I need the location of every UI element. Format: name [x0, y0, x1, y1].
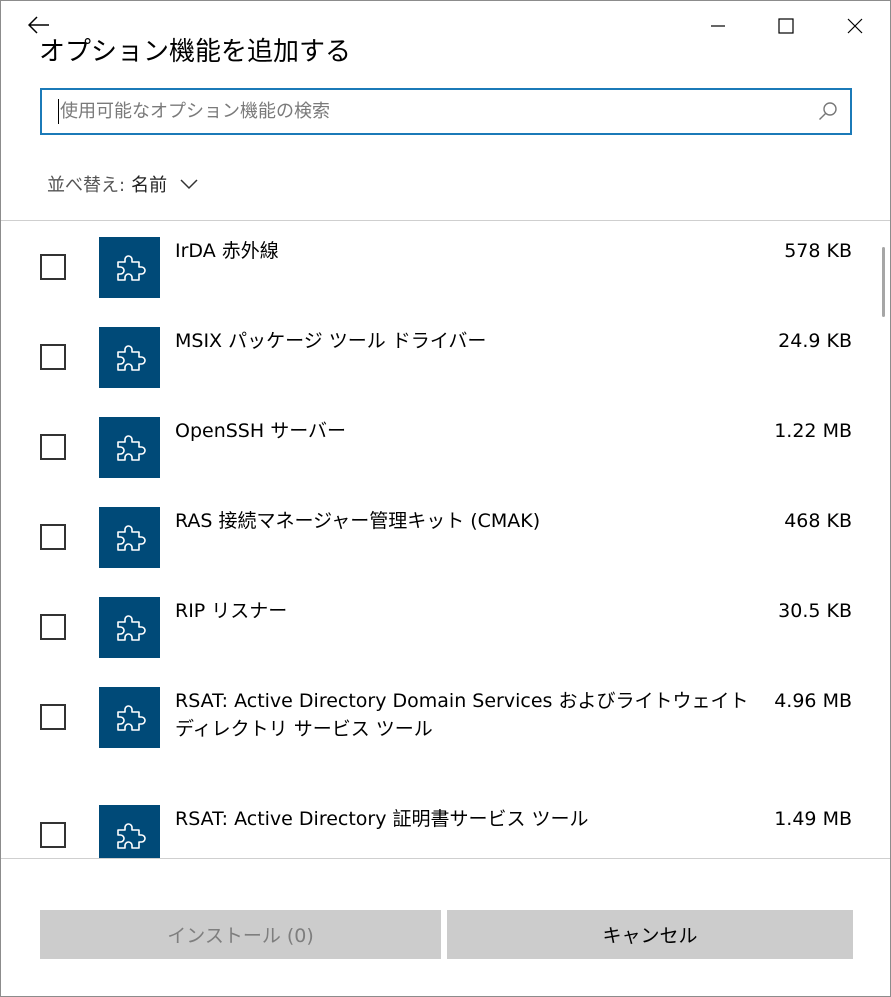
feature-row-rsat-cert[interactable]: RSAT: Active Directory 証明書サービス ツール 1.49 …: [1, 805, 890, 858]
feature-checkbox[interactable]: [40, 822, 66, 848]
features-list[interactable]: IrDA 赤外線 578 KB MSIX パッケージ ツール ドライバー 24.…: [1, 221, 890, 858]
close-icon: [847, 18, 863, 34]
feature-size: 1.49 MB: [774, 808, 852, 830]
cancel-button[interactable]: キャンセル: [447, 910, 853, 959]
optional-features-window: オプション機能を追加する 並べ替え: 名前 IrDA 赤外線 578 KB: [0, 0, 891, 997]
close-button[interactable]: [832, 9, 878, 43]
feature-tile: [99, 687, 160, 748]
maximize-button[interactable]: [763, 9, 809, 43]
feature-row-irda[interactable]: IrDA 赤外線 578 KB: [1, 237, 890, 317]
feature-size: 24.9 KB: [778, 330, 852, 352]
search-icon[interactable]: [818, 101, 838, 121]
feature-size: 1.22 MB: [774, 420, 852, 442]
puzzle-piece-icon: [116, 704, 146, 731]
search-box[interactable]: [40, 88, 852, 135]
feature-tile: [99, 597, 160, 658]
install-button[interactable]: インストール (0): [40, 910, 441, 959]
minimize-button[interactable]: [695, 9, 741, 43]
feature-name: RSAT: Active Directory Domain Services お…: [175, 690, 749, 740]
text-caret: [58, 99, 59, 124]
sort-value: 名前: [131, 175, 168, 196]
feature-size: 30.5 KB: [778, 600, 852, 622]
feature-name: MSIX パッケージ ツール ドライバー: [175, 330, 487, 352]
feature-size: 578 KB: [784, 240, 852, 262]
feature-checkbox[interactable]: [40, 254, 66, 280]
feature-tile: [99, 327, 160, 388]
feature-row-rip-listener[interactable]: RIP リスナー 30.5 KB: [1, 597, 890, 677]
chevron-down-icon: [180, 179, 198, 190]
puzzle-piece-icon: [116, 524, 146, 551]
feature-row-rsat-adds[interactable]: RSAT: Active Directory Domain Services お…: [1, 687, 890, 787]
feature-tile: [99, 237, 160, 298]
list-scrollbar[interactable]: [882, 247, 885, 317]
list-divider-bottom: [1, 858, 890, 859]
sort-dropdown[interactable]: 並べ替え: 名前: [47, 171, 199, 197]
feature-size: 468 KB: [784, 510, 852, 532]
feature-size: 4.96 MB: [774, 690, 852, 712]
feature-name: RSAT: Active Directory 証明書サービス ツール: [175, 808, 589, 830]
feature-name: OpenSSH サーバー: [175, 420, 347, 442]
feature-row-msix[interactable]: MSIX パッケージ ツール ドライバー 24.9 KB: [1, 327, 890, 407]
search-input[interactable]: [60, 101, 800, 122]
feature-checkbox[interactable]: [40, 614, 66, 640]
sort-label: 並べ替え:: [47, 175, 126, 196]
feature-checkbox[interactable]: [40, 344, 66, 370]
maximize-icon: [778, 18, 794, 34]
feature-tile: [99, 507, 160, 568]
feature-name: IrDA 赤外線: [175, 240, 279, 262]
feature-row-openssh[interactable]: OpenSSH サーバー 1.22 MB: [1, 417, 890, 497]
feature-tile: [99, 805, 160, 858]
puzzle-piece-icon: [116, 822, 146, 849]
feature-checkbox[interactable]: [40, 524, 66, 550]
feature-checkbox[interactable]: [40, 434, 66, 460]
puzzle-piece-icon: [116, 344, 146, 371]
feature-row-ras-cmak[interactable]: RAS 接続マネージャー管理キット (CMAK) 468 KB: [1, 507, 890, 587]
puzzle-piece-icon: [116, 434, 146, 461]
feature-tile: [99, 417, 160, 478]
puzzle-piece-icon: [116, 254, 146, 281]
minimize-icon: [711, 25, 725, 27]
page-title: オプション機能を追加する: [39, 37, 352, 67]
puzzle-piece-icon: [116, 614, 146, 641]
feature-checkbox[interactable]: [40, 704, 66, 730]
feature-name: RIP リスナー: [175, 600, 288, 622]
feature-name: RAS 接続マネージャー管理キット (CMAK): [175, 510, 541, 532]
